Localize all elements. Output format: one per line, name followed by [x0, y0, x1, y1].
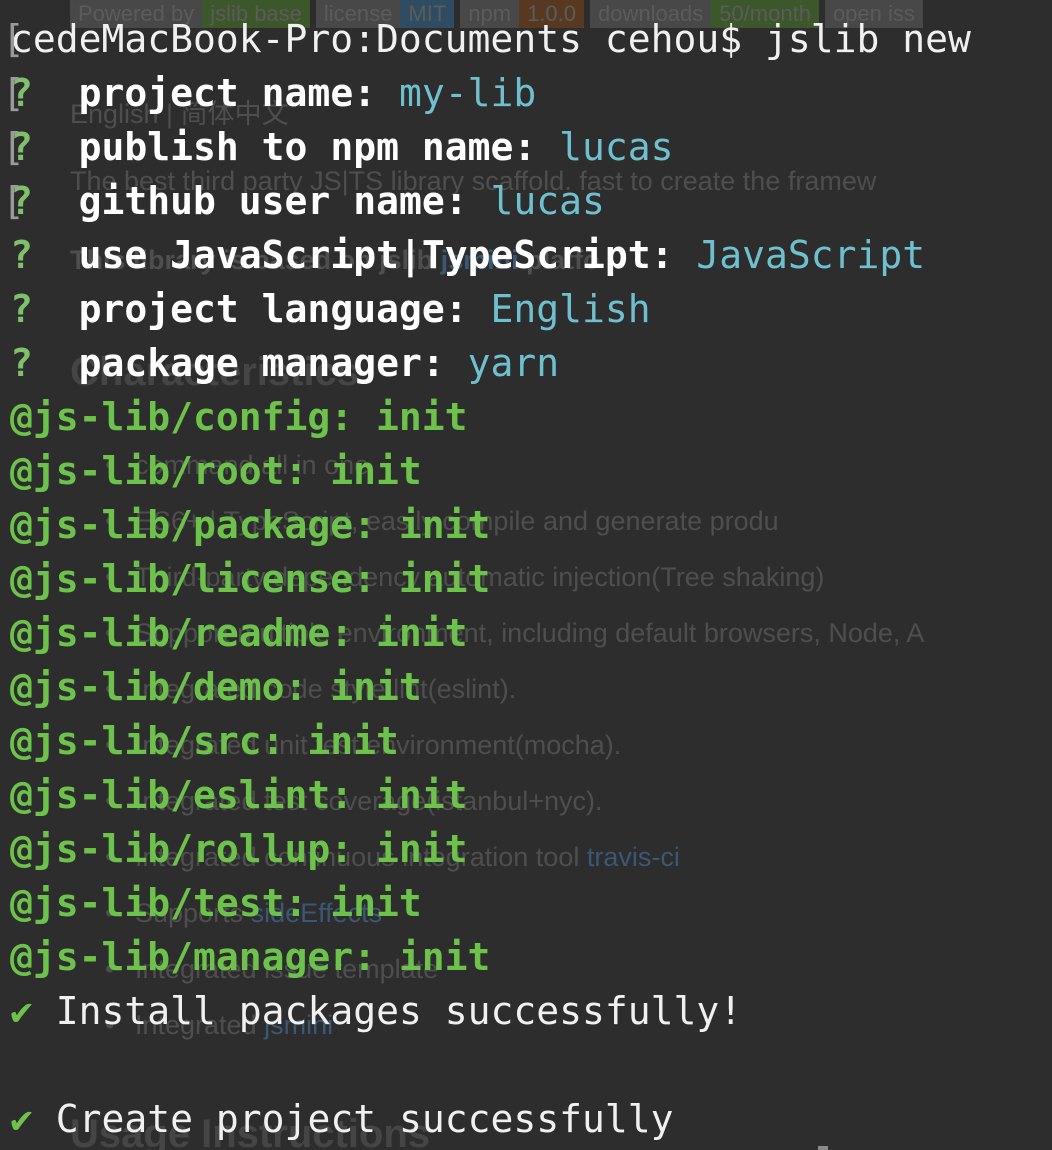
question-label: publish to npm name:: [78, 125, 537, 169]
question-answer: lucas: [559, 125, 674, 169]
question-line: ? use JavaScript|TypeScript: JavaScript: [10, 228, 925, 282]
question-answer: my-lib: [398, 71, 537, 115]
install-message: Install packages successfully!: [55, 989, 743, 1033]
question-answer: JavaScript: [696, 233, 926, 277]
package-init-line: @js-lib/eslint: init: [10, 773, 468, 817]
package-init-line: @js-lib/readme: init: [10, 611, 468, 655]
question-line: [? project name: my-lib: [2, 66, 537, 120]
bracket-mark: [: [2, 125, 25, 169]
question-answer: lucas: [490, 179, 605, 223]
question-mark: ?: [10, 341, 33, 385]
scroll-indicator: [818, 1146, 828, 1150]
prompt-line: [cedeMacBook-Pro:Documents cehou$ jslib …: [2, 12, 971, 66]
bracket-mark: [: [2, 71, 25, 115]
question-line: ? project language: English: [10, 282, 651, 336]
package-init-line: @js-lib/test: init: [10, 881, 422, 925]
question-mark: ?: [10, 287, 33, 331]
question-label: project language:: [78, 287, 468, 331]
question-line: [? publish to npm name: lucas: [2, 120, 674, 174]
bracket-mark: [: [2, 17, 25, 61]
checkmark-icon: ✔: [10, 989, 33, 1033]
question-label: package manager:: [78, 341, 445, 385]
terminal-screenshot: Powered by jslib base license MIT npm 1.…: [0, 0, 1052, 1150]
install-success-line: ✔ Install packages successfully!: [10, 984, 742, 1038]
create-message: Create project successfully: [55, 1097, 674, 1141]
question-label: project name:: [78, 71, 377, 115]
prompt-command: cedeMacBook-Pro:Documents cehou$ jslib n…: [10, 17, 971, 61]
package-init-line: @js-lib/license: init: [10, 557, 491, 601]
question-line: ? package manager: yarn: [10, 336, 559, 390]
package-init-line: @js-lib/src: init: [10, 719, 399, 763]
travis-ci-link: travis-ci: [586, 842, 680, 872]
package-init-line: @js-lib/rollup: init: [10, 827, 468, 871]
question-label: use JavaScript|TypeScript:: [78, 233, 674, 277]
package-init-line: @js-lib/package: init: [10, 503, 491, 547]
package-init-line: @js-lib/manager: init: [10, 935, 491, 979]
question-answer: English: [490, 287, 651, 331]
question-label: github user name:: [78, 179, 468, 223]
question-answer: yarn: [467, 341, 560, 385]
checkmark-icon: ✔: [10, 1097, 33, 1141]
package-init-line: @js-lib/config: init: [10, 395, 468, 439]
create-success-line: ✔ Create project successfully: [10, 1092, 674, 1146]
package-init-line: @js-lib/demo: init: [10, 665, 422, 709]
package-init-line: @js-lib/root: init: [10, 449, 422, 493]
question-line: [? github user name: lucas: [2, 174, 605, 228]
bracket-mark: [: [2, 179, 25, 223]
question-mark: ?: [10, 233, 33, 277]
